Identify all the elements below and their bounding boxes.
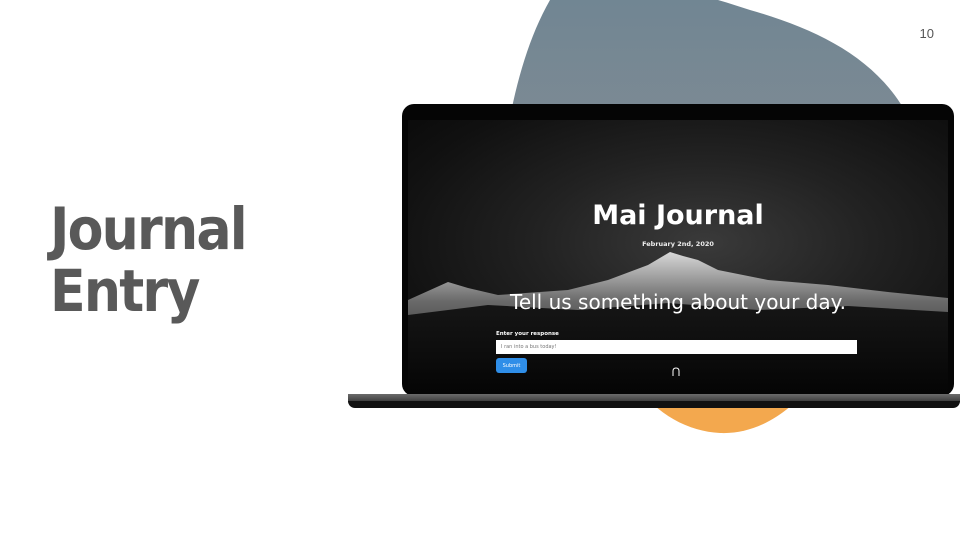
submit-button[interactable]: Submit	[496, 358, 527, 373]
laptop-base-edge	[348, 401, 960, 408]
response-field-label: Enter your response	[496, 331, 559, 337]
response-input[interactable]	[496, 340, 857, 354]
prompt-heading: Tell us something about your day.	[510, 290, 846, 314]
slide-title: Journal Entry	[50, 195, 248, 325]
slide-title-line-2: Entry	[50, 257, 200, 325]
laptop-screen: Mai Journal February 2nd, 2020 Tell us s…	[408, 120, 948, 392]
entry-date: February 2nd, 2020	[642, 240, 714, 248]
slide-title-line-1: Journal	[50, 195, 248, 263]
chevron-up-icon[interactable]	[670, 366, 682, 378]
app-title: Mai Journal	[592, 200, 764, 231]
slide-number: 10	[919, 26, 934, 41]
